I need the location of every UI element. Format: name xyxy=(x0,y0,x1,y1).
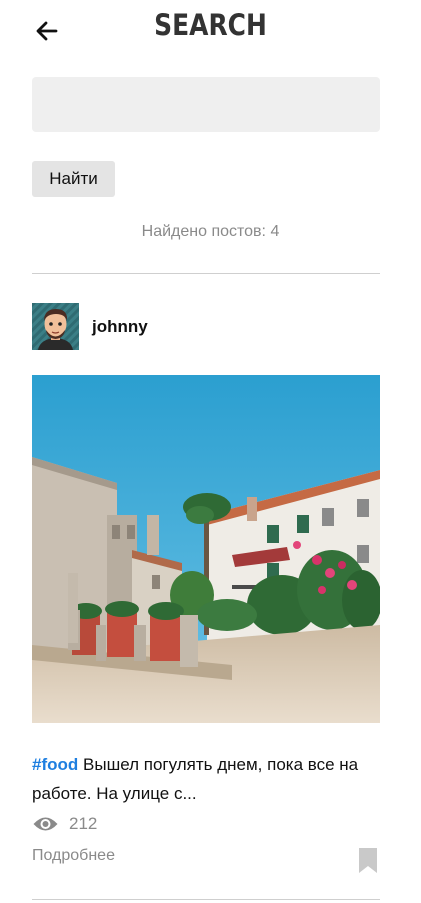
author-name: johnny xyxy=(92,316,148,336)
post-photo[interactable] xyxy=(32,375,380,723)
post-author[interactable]: johnny xyxy=(32,303,148,350)
post-views: 212 xyxy=(32,812,97,836)
views-count: 212 xyxy=(69,814,98,833)
search-input[interactable] xyxy=(32,77,380,132)
divider xyxy=(32,899,380,900)
read-more-link[interactable]: Подробнее xyxy=(32,847,115,865)
found-posts-count: Найдено постов: 4 xyxy=(141,223,280,240)
user-avatar xyxy=(32,303,79,350)
divider xyxy=(32,273,380,274)
app-header: SEARCH xyxy=(0,0,421,62)
eye-icon xyxy=(33,817,58,831)
post-description: #food Вышел погулять днем, пока все на р… xyxy=(32,750,382,808)
post-text: Вышел погулять днем, пока все на работе.… xyxy=(32,755,359,803)
find-button[interactable]: Найти xyxy=(32,161,115,197)
post-hashtag[interactable]: #food xyxy=(32,755,78,774)
bookmark-icon[interactable] xyxy=(359,848,377,873)
page-title: SEARCH xyxy=(154,8,267,42)
